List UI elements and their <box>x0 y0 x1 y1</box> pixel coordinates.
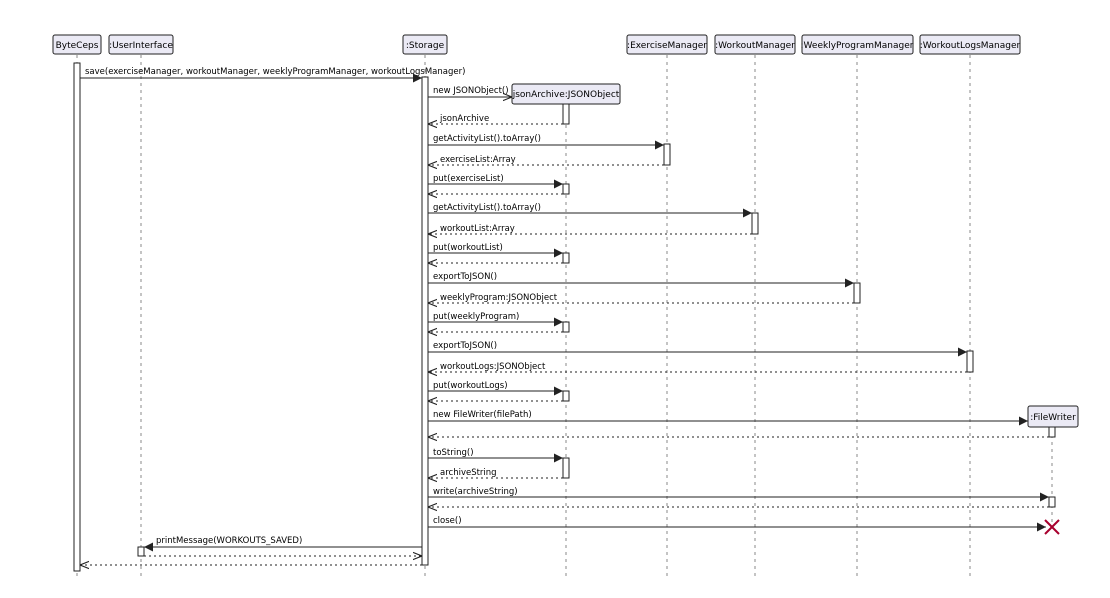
message-label: archiveString <box>440 468 497 478</box>
message-write: write(archiveString) <box>428 487 1049 502</box>
participant-storage: :Storage <box>402 34 448 55</box>
message-label: put(workoutLogs) <box>433 381 508 391</box>
message-put-ex: put(exerciseList) <box>428 174 563 189</box>
message-label: new JSONObject() <box>433 86 509 96</box>
activation-json <box>562 103 570 125</box>
message-label: getActivityList().toArray() <box>433 134 541 144</box>
message-label: getActivityList().toArray() <box>433 203 541 213</box>
participant-filewriter: :FileWriter <box>1027 405 1079 428</box>
activation-filewriter <box>1048 426 1056 438</box>
message-export-wp: exportToJSON() <box>428 272 854 288</box>
message-print: printMessage(WORKOUTS_SAVED) <box>144 536 422 552</box>
message-ret-tostring: archiveString <box>428 468 563 478</box>
message-ret-wl: workoutLogs:JSONObject <box>428 362 967 372</box>
participant-label: ByteCeps <box>56 41 99 51</box>
message-ret-wo: workoutList:Array <box>428 224 752 234</box>
participant-ui: :UserInterface <box>108 34 174 55</box>
message-label: jsonArchive <box>439 114 489 124</box>
participant-exercise: :ExerciseManager <box>626 34 708 55</box>
participant-label: :ExerciseManager <box>627 41 707 51</box>
message-put-wp: put(weeklyProgram) <box>428 312 563 327</box>
message-label: put(workoutList) <box>433 243 503 253</box>
messages: save(exerciseManager, workoutManager, we… <box>80 67 1060 565</box>
message-tostring: toString() <box>428 448 563 463</box>
message-ret-json: jsonArchive <box>428 114 563 124</box>
message-label: workoutList:Array <box>440 224 515 234</box>
activation-json <box>562 321 570 333</box>
participant-label: :WorkoutManager <box>715 41 795 51</box>
sequence-diagram: ByteCeps :UserInterface :Storage :Exerci… <box>52 34 1079 580</box>
activation-json <box>562 183 570 195</box>
message-label: exportToJSON() <box>433 341 497 351</box>
activation-weekly <box>853 282 861 304</box>
message-label: write(archiveString) <box>433 487 518 497</box>
participant-logs: :WorkoutLogsManager <box>919 34 1021 55</box>
message-label: weeklyProgram:JSONObject <box>440 293 558 303</box>
message-close: close() <box>428 516 1046 532</box>
lifelines <box>76 55 1053 580</box>
activation-filewriter <box>1048 496 1056 508</box>
participant-label: :Storage <box>406 41 445 51</box>
participant-byteceps: ByteCeps <box>52 34 102 55</box>
activation-ui <box>137 546 145 557</box>
activation-workout <box>751 212 759 235</box>
message-new-fw: new FileWriter(filePath) <box>428 410 1028 426</box>
activation-exercise <box>663 143 671 166</box>
participant-label: jsonArchive:JSONObject <box>512 90 620 100</box>
message-get-ex: getActivityList().toArray() <box>428 134 664 150</box>
message-get-wo: getActivityList().toArray() <box>428 203 752 218</box>
activation-json <box>562 390 570 402</box>
message-put-wo: put(workoutList) <box>428 243 563 258</box>
message-label: workoutLogs:JSONObject <box>440 362 546 372</box>
message-label: printMessage(WORKOUTS_SAVED) <box>156 536 302 546</box>
activations <box>73 62 1056 572</box>
activation-json <box>562 252 570 264</box>
message-put-wl: put(workoutLogs) <box>428 381 563 396</box>
message-label: exportToJSON() <box>433 272 497 282</box>
message-label: put(exerciseList) <box>433 174 504 184</box>
activation-json <box>562 457 570 479</box>
message-label: new FileWriter(filePath) <box>433 410 532 420</box>
message-label: close() <box>433 516 462 526</box>
message-label: save(exerciseManager, workoutManager, we… <box>85 67 465 77</box>
message-ret-wp: weeklyProgram:JSONObject <box>428 293 854 303</box>
message-label: exerciseList:Array <box>440 155 516 165</box>
message-save: save(exerciseManager, workoutManager, we… <box>80 67 465 83</box>
activation-logs <box>966 350 974 373</box>
message-label: toString() <box>433 448 474 458</box>
participant-json: jsonArchive:JSONObject <box>511 83 621 105</box>
participant-label: :FileWriter <box>1030 413 1076 423</box>
message-ret-ex: exerciseList:Array <box>428 155 664 165</box>
activation-byteceps <box>73 62 81 572</box>
message-label: put(weeklyProgram) <box>433 312 519 322</box>
participant-label: :UserInterface <box>109 41 173 51</box>
destroy-marker <box>1044 519 1060 535</box>
participant-workout: :WorkoutManager <box>714 34 796 55</box>
activation-storage <box>421 76 429 566</box>
participant-label: :WeeklyProgramManager <box>801 41 914 51</box>
participant-weekly: :WeeklyProgramManager <box>801 34 914 55</box>
message-export-wl: exportToJSON() <box>428 341 967 357</box>
message-new-json: new JSONObject() <box>428 86 512 97</box>
participant-label: :WorkoutLogsManager <box>920 41 1021 51</box>
